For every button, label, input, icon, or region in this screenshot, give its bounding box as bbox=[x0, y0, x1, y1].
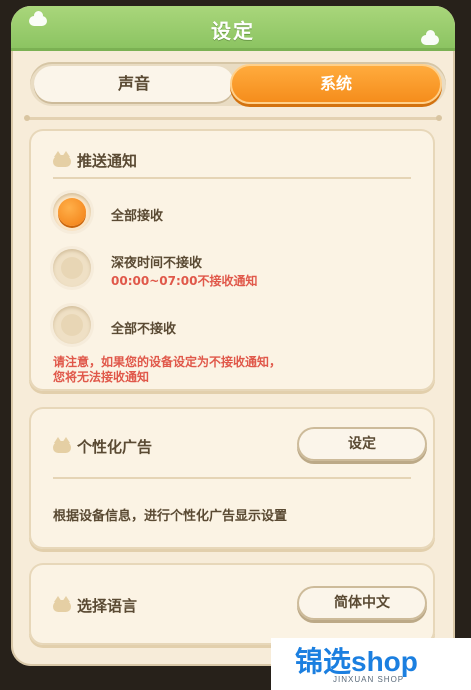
radio-dot bbox=[58, 198, 86, 226]
section-title-language: 选择语言 bbox=[77, 597, 138, 615]
warning-line: 您将无法接收通知 bbox=[53, 370, 150, 384]
tab-sound[interactable]: 声音 bbox=[34, 66, 234, 102]
option-label-receive-all: 全部接收 bbox=[111, 209, 164, 224]
section-divider bbox=[53, 477, 411, 479]
language-card: 选择语言 简体中文 bbox=[29, 563, 435, 645]
divider-dot bbox=[24, 115, 30, 121]
ads-card: 个性化广告 设定 根据设备信息，进行个性化广告显示设置 bbox=[29, 407, 435, 549]
section-divider bbox=[53, 177, 411, 179]
header-bar: 设定 bbox=[11, 6, 455, 51]
page-title: 设定 bbox=[211, 19, 255, 43]
option-label-receive-none: 全部不接收 bbox=[111, 322, 177, 337]
warning-line: 请注意，如果您的设备设定为不接收通知， bbox=[53, 355, 282, 369]
watermark-sub: JINXUAN SHOP bbox=[333, 675, 405, 684]
cat-icon bbox=[53, 151, 71, 167]
language-select-button[interactable]: 简体中文 bbox=[297, 586, 427, 620]
option-sub-time-range: 00:00~07:00不接收通知 bbox=[111, 274, 258, 288]
watermark-logo: 锦选shop bbox=[295, 646, 418, 677]
cat-icon bbox=[53, 437, 71, 453]
radio-dot bbox=[61, 314, 83, 336]
section-title-ads: 个性化广告 bbox=[77, 438, 153, 456]
watermark: 锦选shop JINXUAN SHOP bbox=[271, 638, 471, 690]
tab-bar: 声音 系统 bbox=[30, 62, 446, 106]
settings-panel: 设定 声音 系统 推送通知 全部接收 深夜时间不接收 00:00~07:00不接… bbox=[11, 6, 455, 666]
radio-no-late-night[interactable] bbox=[53, 249, 91, 287]
radio-receive-all[interactable] bbox=[53, 193, 91, 231]
ads-description: 根据设备信息，进行个性化广告显示设置 bbox=[53, 509, 288, 524]
option-label-no-late-night: 深夜时间不接收 bbox=[111, 256, 203, 271]
divider-dot bbox=[436, 115, 442, 121]
cat-icon bbox=[53, 596, 71, 612]
tab-system[interactable]: 系统 bbox=[230, 64, 442, 104]
notification-warning: 请注意，如果您的设备设定为不接收通知， 您将无法接收通知 bbox=[53, 355, 393, 385]
radio-receive-none[interactable] bbox=[53, 306, 91, 344]
radio-dot bbox=[61, 257, 83, 279]
notification-card: 推送通知 全部接收 深夜时间不接收 00:00~07:00不接收通知 全部不接收… bbox=[29, 129, 435, 391]
divider bbox=[24, 115, 442, 121]
section-title-notifications: 推送通知 bbox=[77, 152, 138, 170]
ads-settings-button[interactable]: 设定 bbox=[297, 427, 427, 461]
